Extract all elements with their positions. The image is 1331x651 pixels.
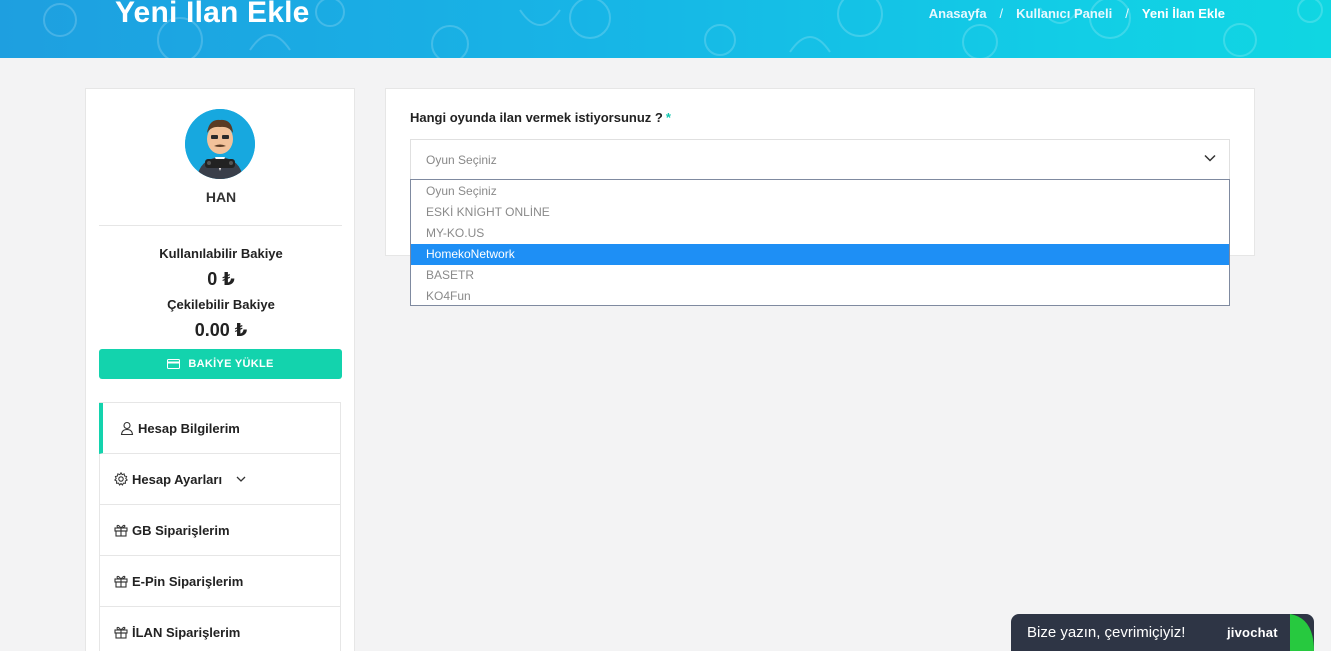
dropdown-option-highlighted[interactable]: HomekoNetwork [411, 244, 1229, 265]
menu-item-label: Hesap Bilgilerim [138, 420, 240, 436]
menu-item-label: İLAN Siparişlerim [132, 624, 241, 640]
credit-card-icon [167, 359, 181, 369]
divider [99, 225, 342, 226]
menu-item-gb-orders[interactable]: GB Siparişlerim [99, 505, 341, 556]
menu-item-account-info[interactable]: Hesap Bilgilerim [99, 403, 341, 454]
breadcrumb-home-link[interactable]: Anasayfa [929, 6, 987, 21]
chat-message: Bize yazın, çevrimiçiyiz! [1027, 624, 1186, 641]
game-select-question: Hangi oyunda ilan vermek istiyorsunuz ? [410, 110, 663, 125]
avatar-image [185, 109, 255, 179]
chat-brand-logo: jivochat [1227, 625, 1278, 640]
avatar[interactable] [185, 109, 255, 179]
available-balance-label: Kullanılabilir Bakiye [159, 246, 283, 261]
dropdown-option[interactable]: Oyun Seçiniz [411, 181, 1229, 202]
menu-item-listing-orders[interactable]: İLAN Siparişlerim [99, 607, 341, 651]
topup-balance-button[interactable]: BAKİYE YÜKLE [99, 349, 342, 379]
withdrawable-balance-label: Çekilebilir Bakiye [167, 297, 275, 312]
menu-item-label: GB Siparişlerim [132, 522, 230, 538]
required-mark: * [665, 110, 671, 125]
dropdown-option[interactable]: KO4Fun [411, 286, 1229, 307]
username: HAN [205, 189, 237, 205]
dropdown-option[interactable]: BASETR [411, 265, 1229, 286]
page-header-banner: Yeni İlan Ekle Anasayfa / Kullanıcı Pane… [0, 0, 1331, 58]
gear-icon [114, 472, 128, 486]
breadcrumb-current: Yeni İlan Ekle [1141, 6, 1225, 21]
live-chat-widget[interactable]: Bize yazın, çevrimiçiyiz! jivochat [1011, 614, 1314, 651]
dropdown-option[interactable]: MY-KO.US [411, 223, 1229, 244]
game-select-value: Oyun Seçiniz [426, 153, 497, 167]
topup-button-label: BAKİYE YÜKLE [188, 358, 274, 370]
menu-item-account-settings[interactable]: Hesap Ayarları [99, 454, 341, 505]
profile-card: HAN Kullanılabilir Bakiye 0 ₺ Çekilebili… [85, 88, 355, 651]
menu-item-label: E-Pin Siparişlerim [132, 573, 244, 589]
gift-icon [114, 524, 128, 537]
menu-item-label: Hesap Ayarları [132, 471, 223, 487]
page-title: Yeni İlan Ekle [115, 0, 310, 29]
breadcrumb: Anasayfa / Kullanıcı Paneli / Yeni İlan … [929, 6, 1225, 21]
available-balance-value: 0 ₺ [207, 269, 235, 289]
menu-item-epin-orders[interactable]: E-Pin Siparişlerim [99, 556, 341, 607]
dropdown-option[interactable]: ESKİ KNİGHT ONLİNE [411, 202, 1229, 223]
breadcrumb-panel-link[interactable]: Kullanıcı Paneli [1016, 6, 1112, 21]
user-icon [120, 421, 134, 435]
breadcrumb-separator: / [1125, 6, 1129, 21]
withdrawable-balance-value: 0.00 ₺ [194, 320, 248, 340]
game-select[interactable]: Oyun Seçiniz [410, 139, 1230, 180]
gift-icon [114, 626, 128, 639]
game-select-dropdown: Oyun Seçiniz ESKİ KNİGHT ONLİNE MY-KO.US… [410, 179, 1230, 306]
account-menu: Hesap Bilgilerim Hesap Ayarları GB Sipar… [99, 402, 341, 651]
chevron-down-icon [1204, 154, 1216, 162]
chevron-down-icon [236, 476, 246, 482]
gift-icon [114, 575, 128, 588]
breadcrumb-separator: / [999, 6, 1004, 21]
game-select-label: Hangi oyunda ilan vermek istiyorsunuz ? * [410, 110, 671, 125]
